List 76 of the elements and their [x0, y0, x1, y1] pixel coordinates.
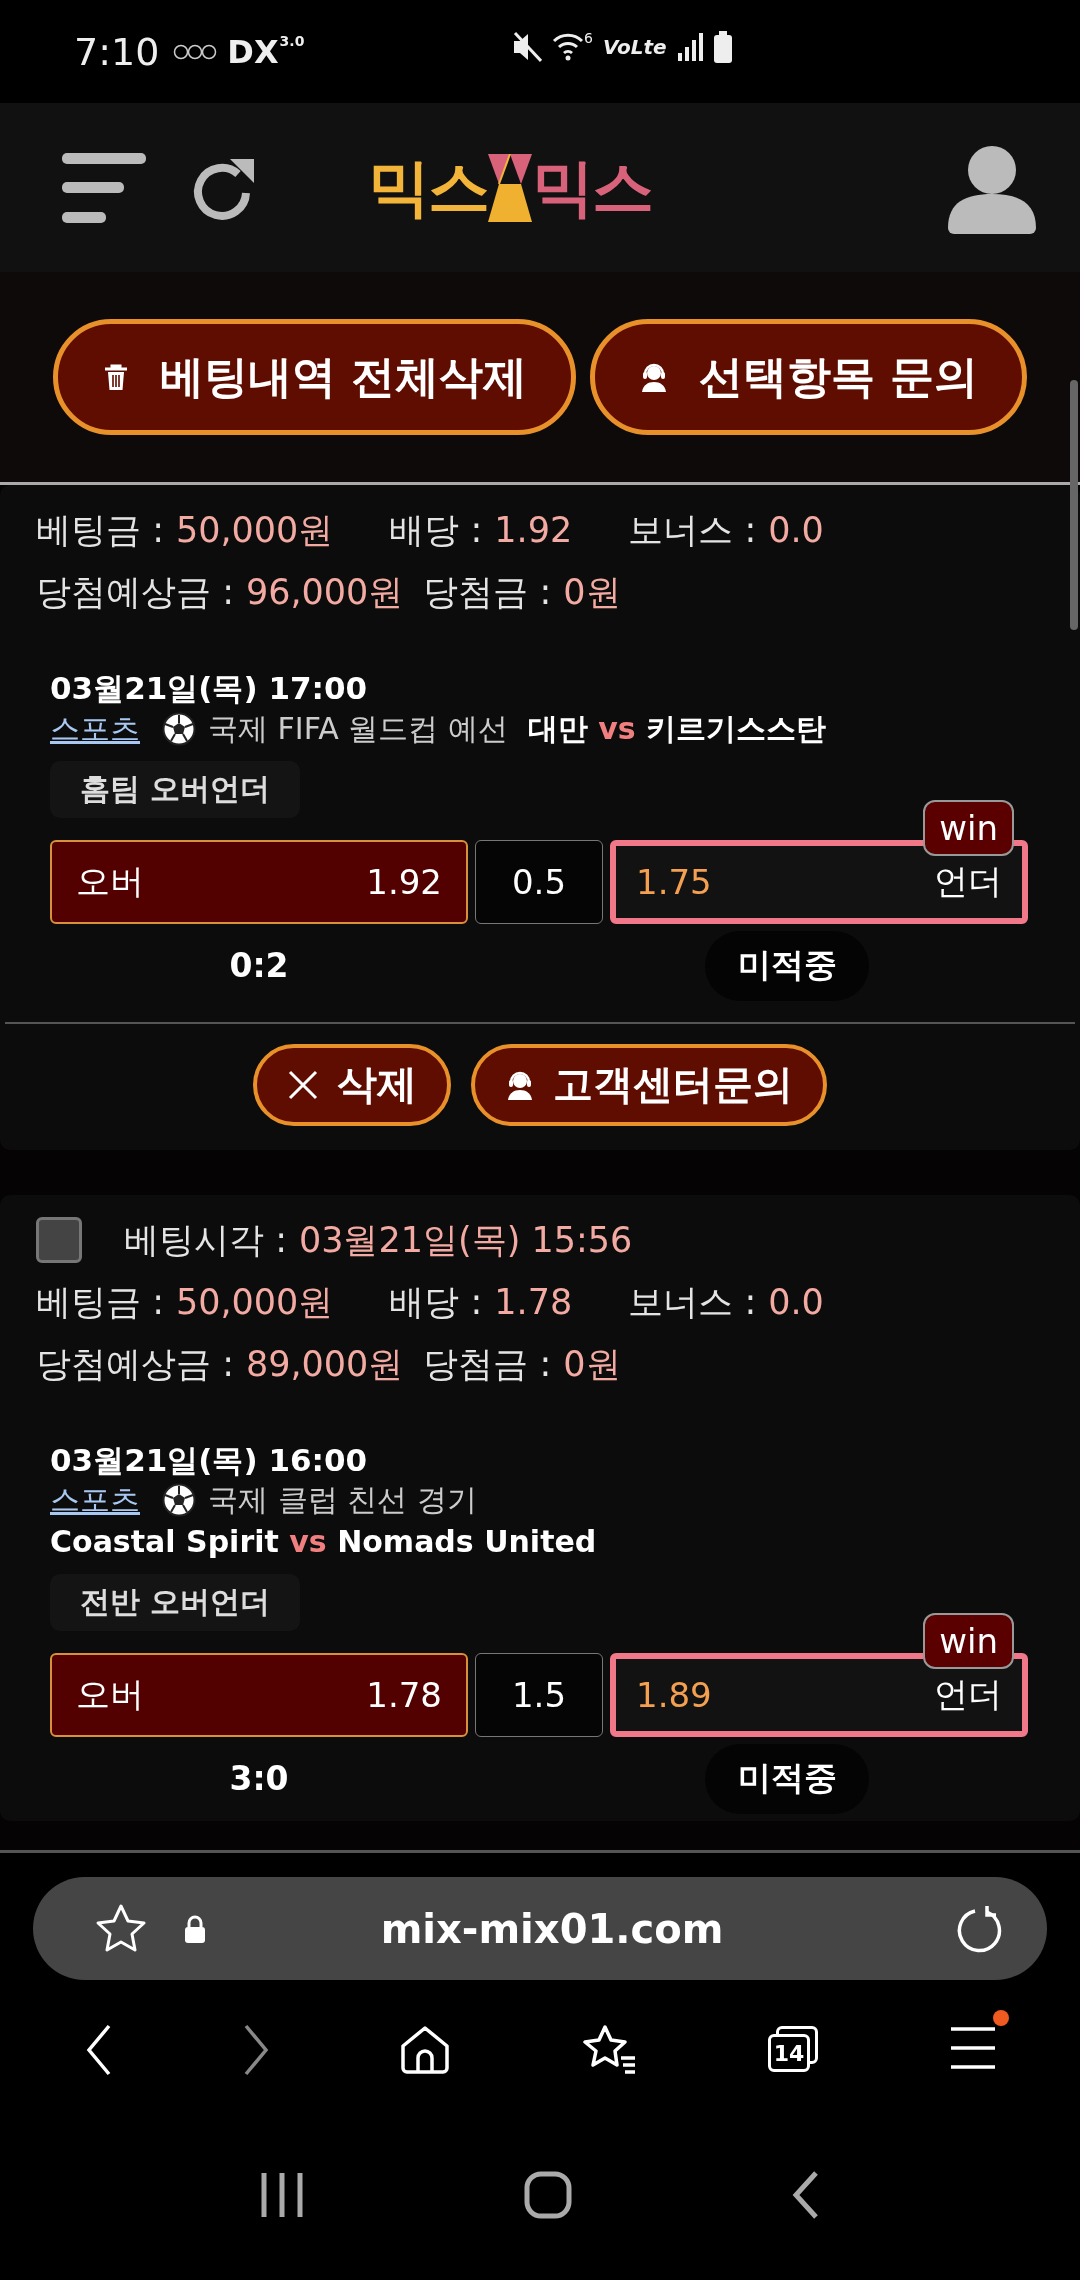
- url-text: mix-mix01.com: [379, 1905, 725, 1952]
- signal-icon: [676, 33, 704, 61]
- clock-time: 7:10: [74, 29, 160, 74]
- category-link[interactable]: 스포츠: [50, 1482, 140, 1517]
- notification-dot: [993, 2010, 1010, 2026]
- battery-icon: [713, 31, 732, 63]
- home-button-icon[interactable]: [524, 2171, 572, 2219]
- wifi-icon: [552, 31, 584, 63]
- match-teams: Coastal Spirit vs Nomads United: [50, 1522, 597, 1561]
- league-name: 국제 클럽 친선 경기: [208, 1482, 477, 1517]
- delete-button[interactable]: 삭제: [253, 1043, 451, 1126]
- version-label: 3.0: [279, 33, 305, 48]
- stake-value: 50,000원: [175, 509, 334, 552]
- bet-time-value: 03월21일(목) 15:56: [298, 1218, 633, 1262]
- market-label: 홈팀 오버언더: [50, 760, 301, 818]
- mute-icon: [512, 30, 542, 64]
- result-status: 미적중: [705, 1743, 869, 1814]
- bonus-label: 보너스 :: [628, 509, 757, 552]
- expected-payout-value: 96,000원: [245, 571, 404, 614]
- inquiry-button[interactable]: 선택항목 문의: [590, 319, 1028, 435]
- match-teams: 대만 vs 키르기스스탄: [527, 709, 827, 748]
- odds-option[interactable]: 1.75 언더: [610, 839, 1028, 924]
- headset-person-icon: [505, 1069, 535, 1100]
- delete-button[interactable]: 베팅내역 전체삭제: [52, 319, 576, 435]
- bonus-label: 보너스 :: [628, 1280, 757, 1324]
- odds-option[interactable]: 오버 1.92: [50, 839, 468, 924]
- expected-payout-label: 당첨예상금 :: [36, 1342, 234, 1386]
- site-logo: 믹스 믹스: [368, 149, 652, 226]
- bonus-value: 0.0: [768, 1280, 824, 1324]
- inquiry-button[interactable]: 고객센터문의: [471, 1043, 827, 1126]
- menu-icon[interactable]: [62, 152, 146, 223]
- back-icon[interactable]: [84, 2024, 113, 2076]
- bookmarks-icon[interactable]: [580, 2024, 637, 2076]
- stake-label: 베팅금 :: [36, 509, 164, 552]
- odds-value: 1.92: [494, 509, 573, 552]
- home-icon[interactable]: [399, 2024, 452, 2076]
- odds-option[interactable]: 1.89 언더: [610, 1652, 1028, 1737]
- expected-payout-value: 89,000원: [245, 1342, 404, 1386]
- menu-icon[interactable]: [951, 2026, 996, 2070]
- headset-person-icon: [639, 362, 669, 392]
- league-name: 국제 FIFA 월드컵 예선: [208, 710, 508, 746]
- match-date: 03월21일(목) 16:00: [50, 1440, 369, 1479]
- wifi-label: 6: [584, 30, 593, 46]
- lock-icon: [183, 1914, 207, 1943]
- payout-label: 당첨금 :: [423, 571, 552, 614]
- expected-payout-label: 당첨예상금 :: [36, 571, 234, 614]
- bet-time-label: 베팅시각 :: [124, 1218, 287, 1262]
- category-link[interactable]: 스포츠: [50, 710, 140, 746]
- result-badge: win: [923, 799, 1014, 856]
- market-label: 전반 오버언더: [50, 1573, 301, 1631]
- result-badge: win: [923, 1612, 1014, 1669]
- rings-icon: [173, 43, 218, 60]
- payout-value: 0원: [563, 571, 621, 614]
- soccer-ball-icon: [162, 711, 196, 746]
- stake-value: 50,000원: [175, 1280, 334, 1324]
- result-status: 미적중: [705, 930, 869, 1001]
- odds-label: 배당 :: [389, 509, 483, 552]
- network-label: VoLte: [602, 35, 667, 59]
- app-label: DX: [227, 33, 279, 70]
- match-score: 3:0: [228, 1759, 290, 1798]
- match-date: 03월21일(목) 17:00: [50, 669, 369, 707]
- match-score: 0:2: [228, 946, 290, 985]
- address-bar[interactable]: mix-mix01.com: [33, 1877, 1047, 1980]
- stake-label: 베팅금 :: [36, 1280, 164, 1324]
- odds-label: 배당 :: [389, 1280, 483, 1324]
- payout-value: 0원: [563, 1342, 621, 1386]
- odds-value: 1.78: [494, 1280, 573, 1324]
- checkbox[interactable]: [36, 1216, 82, 1263]
- soccer-ball-icon: [162, 1483, 196, 1517]
- bonus-value: 0.0: [768, 509, 824, 552]
- back-icon[interactable]: [792, 2171, 820, 2219]
- forward-icon[interactable]: [242, 2024, 270, 2076]
- odds-option[interactable]: 오버 1.78: [50, 1652, 468, 1737]
- payout-label: 당첨금 :: [423, 1342, 552, 1386]
- close-icon: [287, 1068, 319, 1101]
- recent-apps-icon[interactable]: [260, 2173, 304, 2217]
